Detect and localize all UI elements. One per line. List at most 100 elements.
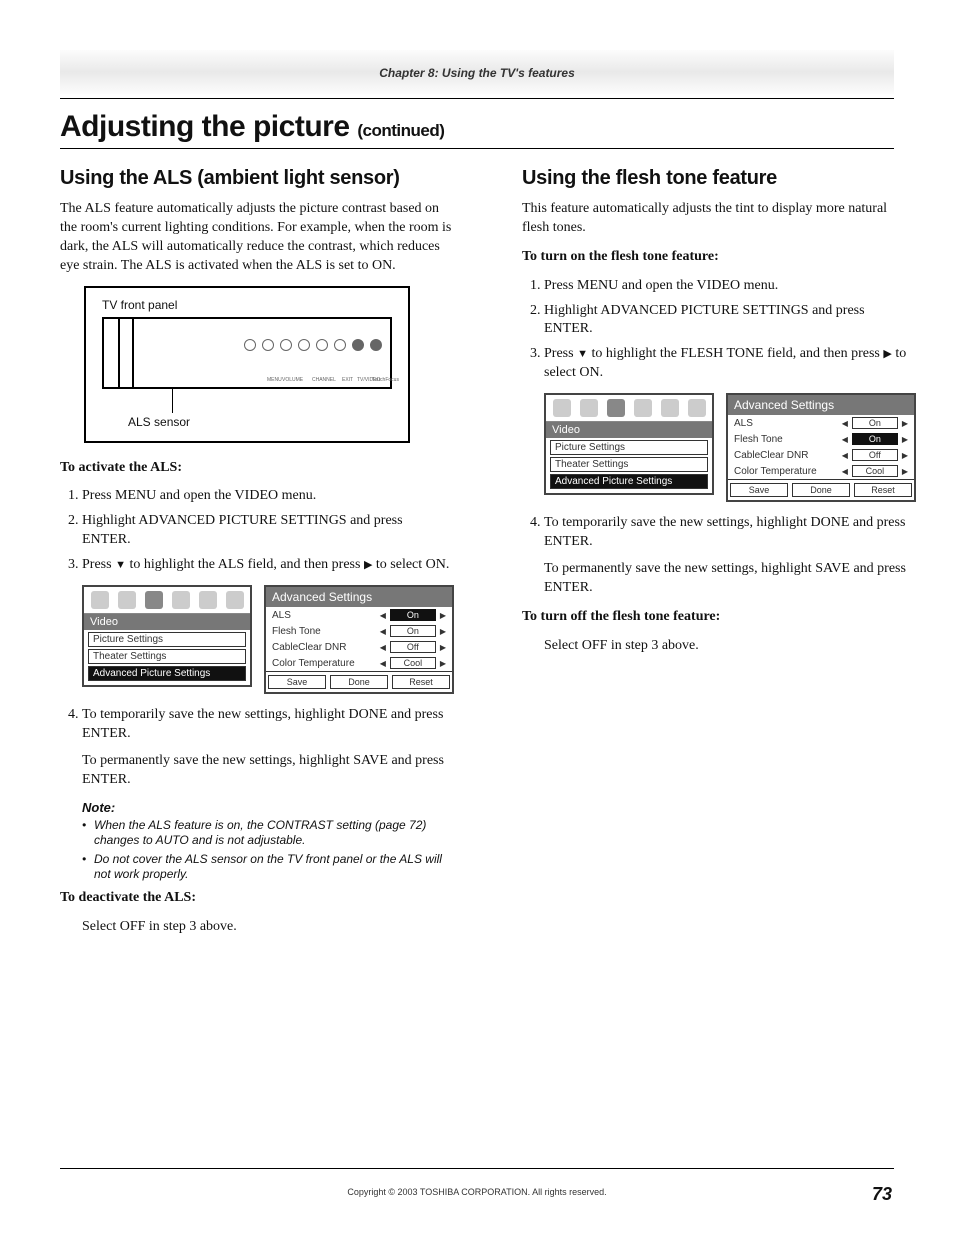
step-1: Press MENU and open the VIDEO menu. xyxy=(82,487,454,506)
menu-tab-icon xyxy=(688,399,706,417)
left-arrow-icon: ◀ xyxy=(380,643,386,652)
menu-tab-icon xyxy=(145,591,163,609)
tv-button-row xyxy=(244,339,382,351)
cableclear-value: Off xyxy=(390,641,436,653)
menu-item: Theater Settings xyxy=(88,649,246,664)
menu-icon-row xyxy=(546,395,712,422)
fleshtone-on-steps-cont: To temporarily save the new settings, hi… xyxy=(522,514,916,598)
step-1: Press MENU and open the VIDEO menu. xyxy=(544,277,916,296)
menu-category-title: Video xyxy=(546,422,712,438)
knob-label xyxy=(297,377,307,383)
step-3: Press ▼ to highlight the FLESH TONE fiel… xyxy=(544,345,916,383)
cableclear-value: Off xyxy=(852,449,898,461)
deactivate-body: Select OFF in step 3 above. xyxy=(82,918,454,937)
fleshtone-on-steps: Press MENU and open the VIDEO menu. High… xyxy=(522,277,916,383)
activate-steps-cont: To temporarily save the new settings, hi… xyxy=(60,706,454,790)
knob-label: MENU xyxy=(267,377,277,383)
save-button: Save xyxy=(730,483,788,497)
activate-heading: To activate the ALS: xyxy=(60,459,454,478)
tv-label-top: TV front panel xyxy=(102,298,392,312)
step-4-perm: To permanently save the new settings, hi… xyxy=(82,752,454,790)
section-heading-fleshtone: Using the flesh tone feature xyxy=(522,167,916,190)
down-triangle-icon: ▼ xyxy=(577,347,588,362)
right-arrow-icon: ▶ xyxy=(440,627,446,636)
adv-row-fleshtone: Flesh Tone◀On▶ xyxy=(728,431,914,447)
adv-row-fleshtone: Flesh Tone◀On▶ xyxy=(266,623,452,639)
knob-icon xyxy=(316,339,328,351)
activate-steps: Press MENU and open the VIDEO menu. High… xyxy=(60,487,454,575)
knob-icon xyxy=(298,339,310,351)
fleshtone-value: On xyxy=(390,625,436,637)
menu-screenshot-fleshtone: Video Picture Settings Theater Settings … xyxy=(544,393,916,502)
menu-tab-icon xyxy=(580,399,598,417)
adv-row-cableclear: CableClear DNR◀Off▶ xyxy=(266,639,452,655)
knob-label: TouchFocus xyxy=(372,377,382,383)
right-arrow-icon: ▶ xyxy=(902,451,908,460)
note-item: When the ALS feature is on, the CONTRAST… xyxy=(82,818,454,849)
note-heading: Note: xyxy=(82,800,454,815)
right-triangle-icon: ▶ xyxy=(883,347,891,362)
tv-left-stripe xyxy=(116,319,120,387)
advanced-settings-title: Advanced Settings xyxy=(266,587,452,607)
chapter-band: Chapter 8: Using the TV's features xyxy=(60,50,894,94)
menu-item: Theater Settings xyxy=(550,457,708,472)
page-title: Adjusting the picture (continued) xyxy=(60,110,894,144)
als-value: On xyxy=(852,417,898,429)
menu-item: Picture Settings xyxy=(550,440,708,455)
left-arrow-icon: ◀ xyxy=(842,419,848,428)
menu-category-items: Picture Settings Theater Settings Advanc… xyxy=(84,632,250,681)
step-4: To temporarily save the new settings, hi… xyxy=(544,514,916,598)
als-value: On xyxy=(390,609,436,621)
chapter-title: Chapter 8: Using the TV's features xyxy=(60,50,894,80)
knob-label xyxy=(327,377,337,383)
menu-icon-row xyxy=(84,587,250,614)
section-heading-als: Using the ALS (ambient light sensor) xyxy=(60,167,454,190)
two-columns: Using the ALS (ambient light sensor) The… xyxy=(60,167,894,949)
menu-tab-icon xyxy=(118,591,136,609)
left-arrow-icon: ◀ xyxy=(380,627,386,636)
menu-category-items: Picture Settings Theater Settings Advanc… xyxy=(546,440,712,489)
adv-row-cableclear: CableClear DNR◀Off▶ xyxy=(728,447,914,463)
deactivate-heading: To deactivate the ALS: xyxy=(60,889,454,908)
down-triangle-icon: ▼ xyxy=(115,558,126,573)
left-arrow-icon: ◀ xyxy=(842,451,848,460)
knob-icon xyxy=(370,339,382,351)
step-4: To temporarily save the new settings, hi… xyxy=(82,706,454,790)
colortemp-value: Cool xyxy=(390,657,436,669)
menu-left-panel: Video Picture Settings Theater Settings … xyxy=(82,585,252,687)
left-column: Using the ALS (ambient light sensor) The… xyxy=(60,167,454,949)
left-arrow-icon: ◀ xyxy=(380,659,386,668)
step-4-perm: To permanently save the new settings, hi… xyxy=(544,560,916,598)
footer-rule xyxy=(60,1168,894,1169)
title-rule xyxy=(60,148,894,149)
adv-button-row: Save Done Reset xyxy=(728,479,914,500)
menu-right-panel: Advanced Settings ALS◀On▶ Flesh Tone◀On▶… xyxy=(264,585,454,694)
left-arrow-icon: ◀ xyxy=(842,467,848,476)
knob-labels: MENU VOLUME CHANNEL EXIT TV/VIDEO TouchF… xyxy=(267,377,382,383)
left-arrow-icon: ◀ xyxy=(842,435,848,444)
menu-item-active: Advanced Picture Settings xyxy=(550,474,708,489)
sensor-line xyxy=(172,389,392,413)
als-sensor-label: ALS sensor xyxy=(128,415,392,429)
right-arrow-icon: ▶ xyxy=(902,467,908,476)
menu-tab-icon xyxy=(634,399,652,417)
menu-tab-icon xyxy=(199,591,217,609)
right-arrow-icon: ▶ xyxy=(440,643,446,652)
note-list: When the ALS feature is on, the CONTRAST… xyxy=(82,818,454,883)
fleshtone-off-body: Select OFF in step 3 above. xyxy=(544,637,916,656)
tv-front-panel-diagram: TV front panel xyxy=(84,286,410,443)
page-number: 73 xyxy=(872,1184,892,1205)
knob-label: TV/VIDEO xyxy=(357,377,367,383)
knob-icon xyxy=(352,339,364,351)
menu-tab-icon xyxy=(226,591,244,609)
menu-item: Picture Settings xyxy=(88,632,246,647)
menu-tab-icon xyxy=(553,399,571,417)
menu-screenshot-als: Video Picture Settings Theater Settings … xyxy=(82,585,454,694)
main-content: Adjusting the picture (continued) Using … xyxy=(60,110,894,949)
menu-tab-icon xyxy=(172,591,190,609)
step-3: Press ▼ to highlight the ALS field, and … xyxy=(82,556,454,575)
page-title-continued: (continued) xyxy=(357,121,444,140)
note-block: Note: When the ALS feature is on, the CO… xyxy=(82,800,454,883)
knob-label: EXIT xyxy=(342,377,352,383)
knob-label: VOLUME xyxy=(282,377,292,383)
